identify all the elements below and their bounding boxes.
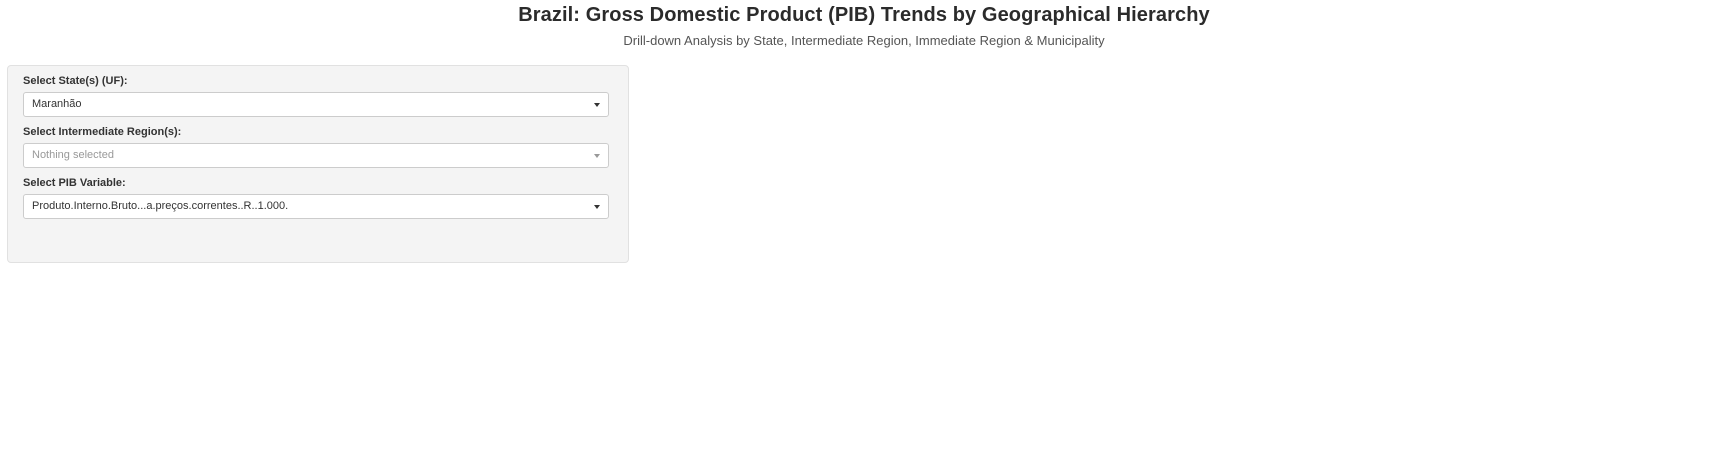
page-subtitle: Drill-down Analysis by State, Intermedia… bbox=[623, 33, 1105, 48]
intermediate-region-select-value: Nothing selected bbox=[32, 149, 114, 161]
pib-variable-select[interactable]: Produto.Interno.Bruto...a.preços.corrent… bbox=[23, 194, 609, 219]
chevron-down-icon bbox=[594, 205, 600, 209]
page-header: Brazil: Gross Domestic Product (PIB) Tre… bbox=[0, 0, 1728, 48]
chevron-down-icon bbox=[594, 103, 600, 107]
pib-variable-select-label: Select PIB Variable: bbox=[23, 177, 126, 189]
intermediate-region-select-label: Select Intermediate Region(s): bbox=[23, 126, 182, 138]
pib-variable-select-value: Produto.Interno.Bruto...a.preços.corrent… bbox=[32, 200, 289, 212]
state-select-value: Maranhão bbox=[32, 98, 82, 110]
intermediate-region-filter: Select Intermediate Region(s): Nothing s… bbox=[23, 125, 609, 168]
intermediate-region-select[interactable]: Nothing selected bbox=[23, 143, 609, 168]
filter-panel: Select State(s) (UF): Maranhão Select In… bbox=[7, 65, 629, 263]
pib-variable-filter: Select PIB Variable: Produto.Interno.Bru… bbox=[23, 176, 609, 219]
state-select[interactable]: Maranhão bbox=[23, 92, 609, 117]
chevron-down-icon bbox=[594, 154, 600, 158]
state-filter: Select State(s) (UF): Maranhão bbox=[23, 74, 609, 117]
page: Brazil: Gross Domestic Product (PIB) Tre… bbox=[0, 0, 1728, 459]
state-select-label: Select State(s) (UF): bbox=[23, 75, 128, 87]
page-title: Brazil: Gross Domestic Product (PIB) Tre… bbox=[518, 4, 1210, 26]
